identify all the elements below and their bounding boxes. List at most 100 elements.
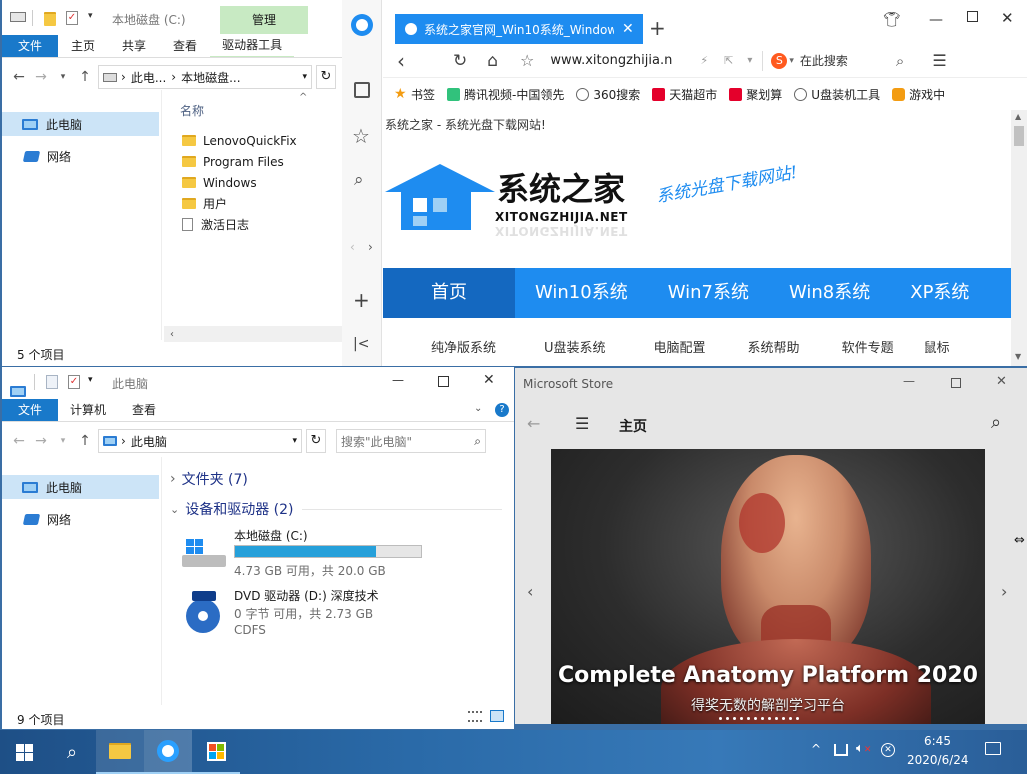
list-item[interactable]: 激活日志 — [182, 214, 297, 235]
favorites-star-icon[interactable]: ☆ — [352, 124, 370, 148]
volume-muted-icon[interactable]: 🔈︎✕ — [856, 741, 871, 756]
minimize-icon[interactable]: — — [929, 12, 943, 28]
subnav-item[interactable]: 鼠标 — [924, 337, 950, 356]
properties-check-icon[interactable]: ✓ — [66, 11, 78, 25]
scroll-thumb[interactable] — [1014, 126, 1024, 146]
forward-arrow-icon[interactable]: → — [30, 69, 52, 85]
search-icon[interactable]: ⌕ — [354, 170, 364, 190]
nav-item-this-pc[interactable]: 此电脑 — [2, 112, 159, 136]
site-logo[interactable]: 系统之家 XITONGZHIJIA.NET XITONGZHIJIA.NET — [385, 158, 645, 244]
bookmark-star-icon[interactable]: ☆ — [520, 51, 534, 70]
add-panel-icon[interactable]: + — [353, 288, 370, 312]
ribbon-tab-drive-tools[interactable]: 驱动器工具 — [210, 34, 295, 58]
ribbon-tab-home[interactable]: 主页 — [58, 35, 108, 57]
ribbon-tab-file[interactable]: 文件 — [2, 35, 59, 57]
sidebar-next-icon[interactable]: › — [368, 240, 373, 254]
store-search-icon[interactable]: ⌕ — [991, 412, 1001, 433]
back-arrow-icon[interactable]: ← — [8, 69, 30, 85]
nav-win10[interactable]: Win10系统 — [515, 268, 648, 318]
back-icon[interactable]: ‹ — [397, 49, 405, 73]
properties-check-icon[interactable]: ✓ — [68, 375, 80, 389]
close-icon[interactable]: ✕ — [1001, 9, 1014, 27]
subnav-item[interactable]: 电脑配置 — [654, 337, 706, 356]
collapse-sidebar-icon[interactable]: |< — [353, 336, 369, 352]
ribbon-expand-icon[interactable]: ⌄ — [474, 403, 482, 414]
notifications-icon[interactable] — [985, 742, 1001, 755]
reload-icon[interactable]: ↻ — [453, 51, 467, 71]
ribbon-tab-share[interactable]: 共享 — [108, 35, 160, 57]
lightning-icon[interactable]: ⚡ — [700, 54, 708, 67]
list-item[interactable]: 用户 — [182, 193, 297, 214]
skin-shirt-icon[interactable]: 👕︎ — [883, 12, 901, 28]
url-dropdown-icon[interactable]: ▾ — [747, 55, 752, 66]
close-icon[interactable]: ✕ — [483, 372, 495, 388]
reading-list-icon[interactable] — [354, 82, 370, 98]
address-bar[interactable]: › 此电脑 ▾ — [98, 429, 302, 453]
nav-xp[interactable]: XP系统 — [890, 268, 989, 318]
search-go-icon[interactable]: ⌕ — [896, 52, 904, 70]
url-field[interactable]: www.xitongzhijia.n — [550, 53, 690, 68]
bookmark-item[interactable]: 天猫超市 — [652, 86, 717, 103]
menu-icon[interactable]: ☰ — [932, 51, 946, 70]
browser-button[interactable] — [144, 730, 192, 774]
column-header-name[interactable]: 名称 — [180, 102, 204, 119]
refresh-icon[interactable]: ↻ — [316, 65, 336, 89]
share-icon[interactable]: ⇱ — [724, 54, 733, 67]
nav-item-this-pc[interactable]: 此电脑 — [2, 475, 159, 499]
recent-dropdown-icon[interactable]: ▾ — [52, 436, 74, 446]
new-tab-icon[interactable]: + — [649, 16, 666, 40]
home-icon[interactable]: ⌂ — [487, 51, 498, 71]
search-engine-dropdown-icon[interactable]: ▾ — [789, 56, 794, 66]
close-icon[interactable]: ✕ — [996, 374, 1007, 389]
details-view-icon[interactable] — [468, 711, 482, 722]
network-tray-icon[interactable] — [834, 744, 848, 756]
hero-banner[interactable]: Complete Anatomy Platform 2020 得奖无数的解剖学习… — [551, 449, 985, 724]
bookmark-item[interactable]: 聚划算 — [729, 86, 782, 103]
tray-expand-icon[interactable]: ^ — [811, 742, 821, 756]
store-button[interactable] — [192, 730, 240, 774]
subnav-item[interactable]: U盘装系统 — [544, 337, 606, 356]
refresh-icon[interactable]: ↻ — [306, 429, 326, 453]
bookmark-item[interactable]: U盘装机工具 — [794, 86, 880, 103]
up-arrow-icon[interactable]: ↑ — [74, 433, 96, 449]
hamburger-menu-icon[interactable]: ☰ — [575, 414, 589, 433]
carousel-next-icon[interactable]: › — [1001, 582, 1007, 601]
carousel-prev-icon[interactable]: ‹ — [527, 582, 533, 601]
large-icons-view-icon[interactable] — [490, 710, 504, 722]
search-button[interactable]: ⌕ — [48, 730, 96, 774]
nav-item-network[interactable]: 网络 — [2, 146, 159, 166]
list-item[interactable]: LenovoQuickFix — [182, 130, 297, 151]
nav-win8[interactable]: Win8系统 — [769, 268, 890, 318]
search-icon[interactable]: ⌕ — [474, 434, 481, 449]
drive-d-tile[interactable]: DVD 驱动器 (D:) 深度技术 0 字节 可用，共 2.73 GB CDFS — [180, 587, 430, 643]
up-arrow-icon[interactable]: ↑ — [74, 69, 96, 85]
browser-tab-active[interactable]: 系统之家官网_Win10系统_Window ✕ — [395, 14, 643, 44]
ribbon-tab-view[interactable]: 查看 — [118, 399, 170, 421]
folder-quick-icon[interactable] — [44, 12, 56, 26]
maximize-icon[interactable] — [438, 376, 449, 387]
bookmark-folder[interactable]: ★ 书签 — [394, 86, 435, 103]
scroll-down-icon[interactable]: ▼ — [1015, 352, 1021, 361]
group-folders[interactable]: › 文件夹 (7) — [170, 469, 248, 489]
address-bar[interactable]: › 此电... › 本地磁盘... ▾ — [98, 65, 312, 89]
clock-date[interactable]: 2020/6/24 — [907, 753, 969, 767]
ribbon-tab-view[interactable]: 查看 — [160, 35, 210, 57]
breadcrumb-pc[interactable]: 此电脑 — [131, 433, 167, 450]
bookmark-item[interactable]: 360搜索 — [576, 86, 640, 103]
maximize-icon[interactable] — [967, 11, 978, 22]
horizontal-scrollbar[interactable]: ‹ — [164, 326, 342, 342]
group-devices[interactable]: ⌄ 设备和驱动器 (2) — [170, 499, 294, 519]
scroll-up-icon[interactable]: ▲ — [1015, 112, 1021, 121]
subnav-item[interactable]: 系统帮助 — [748, 337, 800, 356]
sidebar-prev-icon[interactable]: ‹ — [350, 240, 355, 254]
recent-dropdown-icon[interactable]: ▾ — [52, 72, 74, 82]
vertical-scrollbar[interactable]: ▲ ▼ — [1011, 110, 1027, 366]
close-circle-tray-icon[interactable]: ✕ — [881, 743, 895, 757]
minimize-icon[interactable]: — — [392, 373, 404, 387]
address-dropdown-icon[interactable]: ▾ — [292, 436, 297, 446]
nav-item-network[interactable]: 网络 — [2, 509, 159, 529]
start-button[interactable] — [0, 730, 48, 774]
minimize-icon[interactable]: — — [903, 374, 915, 388]
quick-access-dropdown-icon[interactable]: ▾ — [88, 375, 93, 385]
ribbon-tab-computer[interactable]: 计算机 — [58, 399, 118, 421]
